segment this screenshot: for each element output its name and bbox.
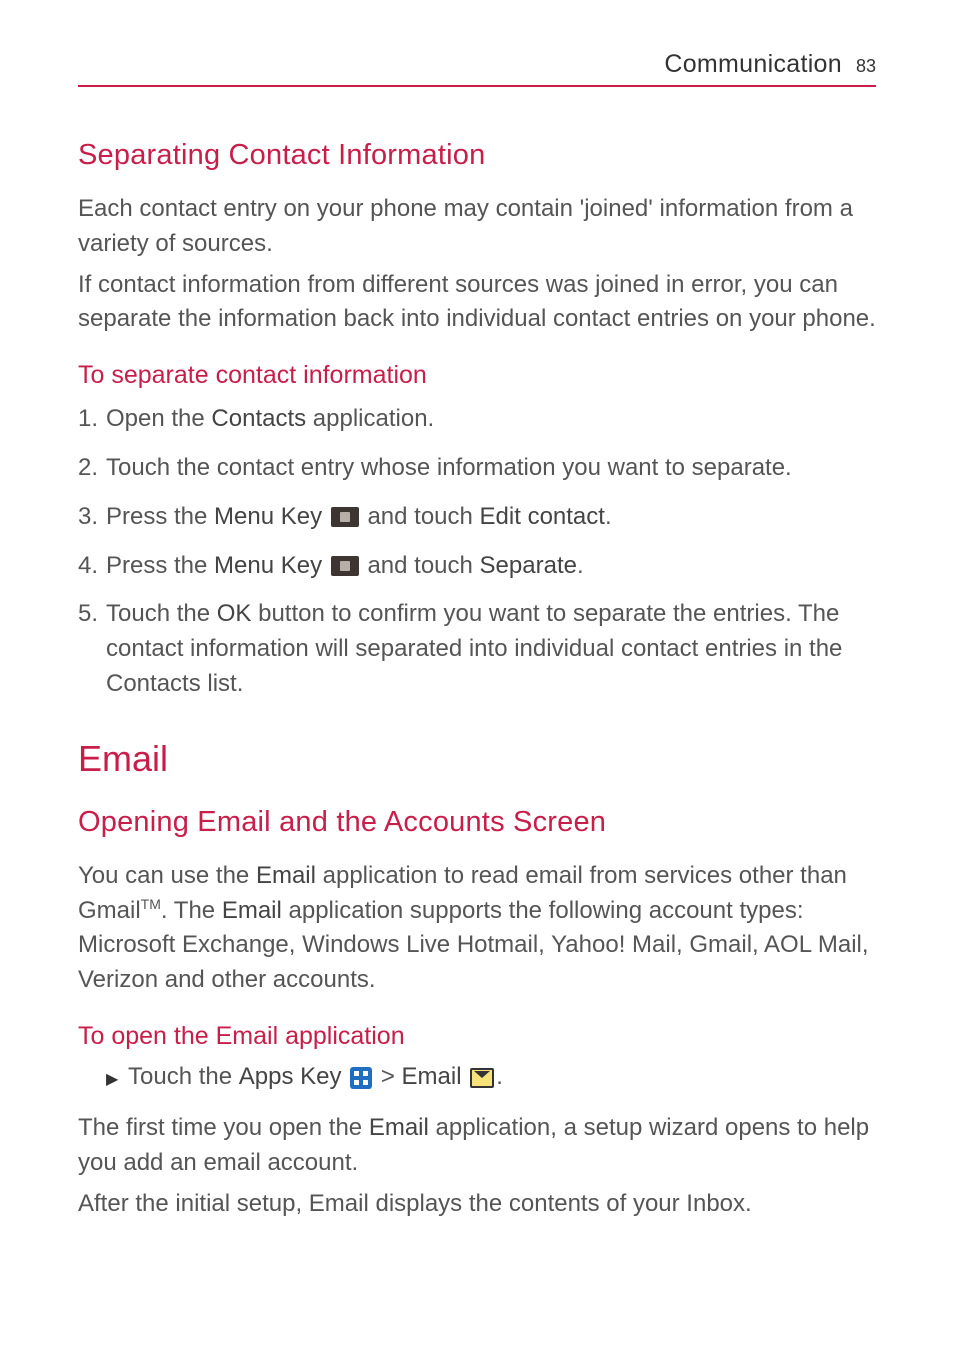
step-text: Touch the OK button to confirm you want … [106,597,876,701]
apps-key-icon [350,1067,372,1089]
trademark-superscript: TM [141,896,161,912]
bullet-text: Touch the Apps Key > Email . [128,1063,503,1091]
step-item: 2. Touch the contact entry whose informa… [78,451,876,486]
step-text: Touch the contact entry whose informatio… [106,451,876,486]
text-run: . [577,552,584,579]
email-app-icon [470,1068,494,1088]
emphasis-separate: Separate [480,552,577,579]
step-number: 2. [78,451,106,486]
bullet-item: ▶ Touch the Apps Key > Email . [106,1063,876,1097]
text-run: Touch the [106,600,217,627]
text-run: Touch the [128,1063,239,1090]
section-heading-email: Email [78,738,876,780]
body-paragraph: If contact information from different so… [78,268,876,338]
step-item: 5. Touch the OK button to confirm you wa… [78,597,876,701]
step-number: 1. [78,402,106,437]
step-number: 4. [78,549,106,584]
text-run: Press the [106,552,214,579]
triangle-bullet-icon: ▶ [106,1063,128,1097]
step-item: 3. Press the Menu Key and touch Edit con… [78,500,876,535]
text-run: . [605,503,612,530]
step-number: 5. [78,597,106,632]
step-text: Press the Menu Key and touch Separate. [106,549,876,584]
subheading-open-email-app: To open the Email application [78,1022,876,1051]
text-run: . [496,1063,503,1090]
step-number: 3. [78,500,106,535]
emphasis-email: Email [256,862,316,889]
text-run: and touch [361,503,480,530]
emphasis-email: Email [369,1114,429,1141]
emphasis-contacts: Contacts [211,405,306,432]
step-item: 1. Open the Contacts application. [78,402,876,437]
emphasis-apps-key: Apps Key [239,1063,342,1090]
text-run: application. [306,405,434,432]
page-number: 83 [856,56,876,77]
menu-key-icon [331,507,359,527]
text-run: . The [161,897,222,924]
section-heading-separating: Separating Contact Information [78,139,876,172]
running-header: Communication 83 [78,50,876,87]
emphasis-menu-key: Menu Key [214,552,322,579]
text-run: Open the [106,405,211,432]
emphasis-ok: OK [217,600,252,627]
emphasis-email: Email [222,897,282,924]
body-paragraph: You can use the Email application to rea… [78,859,876,998]
numbered-steps: 1. Open the Contacts application. 2. Tou… [78,402,876,702]
subheading-opening-email: Opening Email and the Accounts Screen [78,806,876,839]
emphasis-menu-key: Menu Key [214,503,322,530]
text-run: You can use the [78,862,256,889]
text-run: The first time you open the [78,1114,369,1141]
step-text: Open the Contacts application. [106,402,876,437]
text-run: and touch [361,552,480,579]
text-run: > [374,1063,401,1090]
body-paragraph: After the initial setup, Email displays … [78,1187,876,1222]
emphasis-email: Email [402,1063,462,1090]
body-paragraph: Each contact entry on your phone may con… [78,192,876,262]
text-run: Press the [106,503,214,530]
subheading-separate-info: To separate contact information [78,361,876,390]
emphasis-edit-contact: Edit contact [480,503,605,530]
menu-key-icon [331,556,359,576]
step-item: 4. Press the Menu Key and touch Separate… [78,549,876,584]
step-text: Press the Menu Key and touch Edit contac… [106,500,876,535]
body-paragraph: The first time you open the Email applic… [78,1111,876,1181]
chapter-title: Communication [664,50,842,79]
